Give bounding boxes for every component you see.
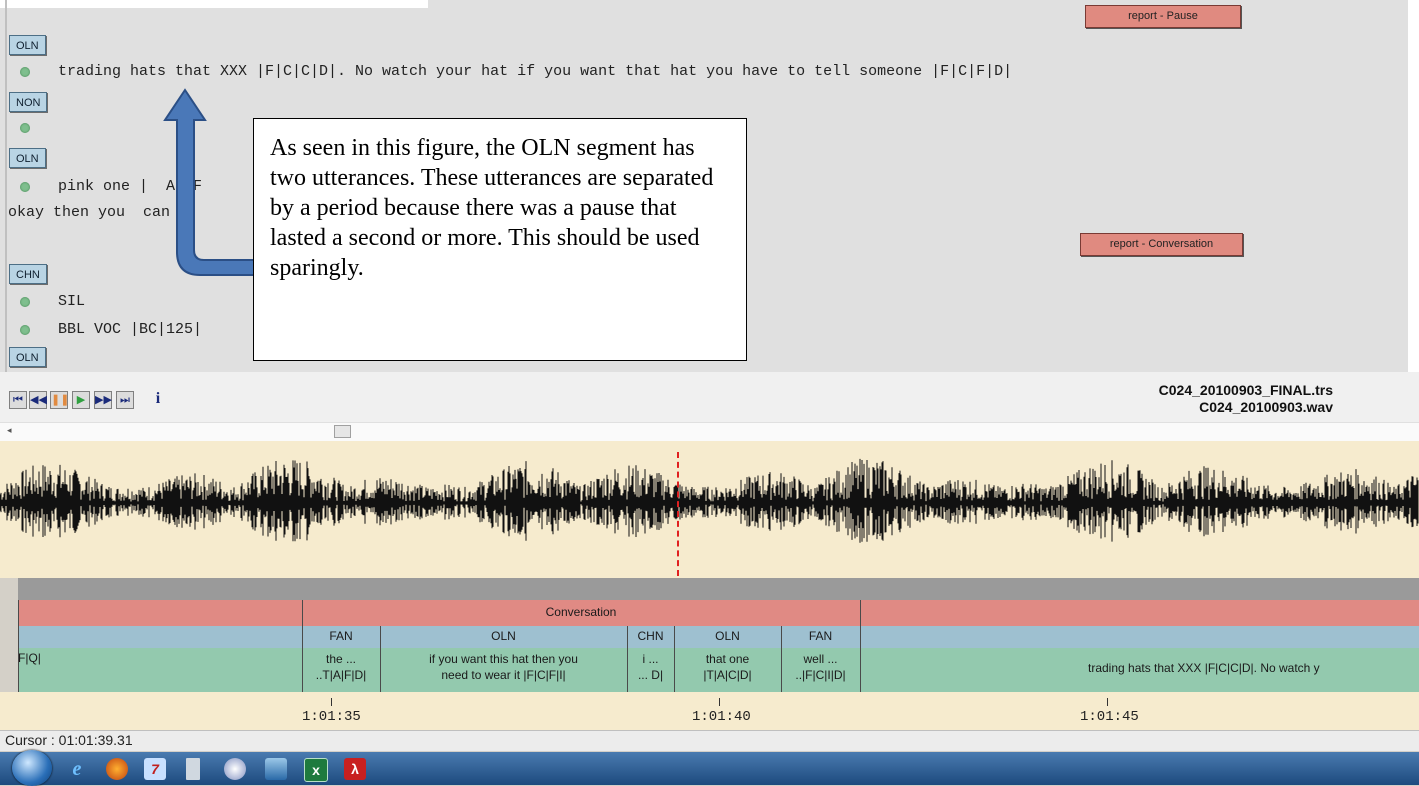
status-bar: [0, 730, 1419, 751]
timeline-scrollbar[interactable]: ◂: [0, 422, 1419, 442]
speaker-cell[interactable]: OLN: [674, 629, 781, 643]
calculator-icon[interactable]: [186, 758, 200, 780]
segment-dot-icon[interactable]: [20, 297, 30, 307]
cursor-position: Cursor : 01:01:39.31: [5, 732, 133, 748]
segment-text[interactable]: i ...: [627, 652, 674, 666]
tier-header: [18, 578, 1419, 600]
tier-label: Conversation: [545, 605, 617, 619]
report-pause-button[interactable]: report - Pause: [1085, 5, 1241, 28]
speaker-tag-oln[interactable]: OLN: [9, 35, 46, 55]
segment-divider[interactable]: [781, 626, 782, 692]
paint-icon[interactable]: [224, 758, 246, 780]
transcript-line[interactable]: SIL: [58, 293, 85, 310]
segment-text[interactable]: that one: [674, 652, 781, 666]
speaker-cell[interactable]: OLN: [380, 629, 627, 643]
firefox-icon[interactable]: [106, 758, 128, 780]
editor-top-strip: [0, 0, 428, 8]
playback-cursor[interactable]: [677, 452, 679, 576]
explorer-icon[interactable]: [265, 758, 287, 780]
transcript-line[interactable]: trading hats that XXX |F|C|C|D|. No watc…: [58, 63, 1012, 80]
last-icon[interactable]: ⏭: [116, 391, 134, 409]
time-label: 1:01:45: [1080, 709, 1139, 725]
time-tick: [1107, 698, 1108, 706]
segment-dot-icon[interactable]: [20, 325, 30, 335]
editor-scrollbar[interactable]: [1408, 0, 1419, 372]
transcriber-icon[interactable]: 7: [144, 758, 166, 780]
player-toolbar: ⏮ ◀◀ ❚❚ ▶ ▶▶ ⏭ i C024_20100903_FINAL.trs…: [0, 372, 1419, 422]
play-icon[interactable]: ▶: [72, 391, 90, 409]
segment-text[interactable]: F|Q|: [18, 651, 118, 665]
rewind-icon[interactable]: ◀◀: [29, 391, 47, 409]
scroll-left-icon[interactable]: ◂: [7, 425, 12, 436]
segment-text[interactable]: the ...: [302, 652, 380, 666]
segment-divider[interactable]: [627, 626, 628, 692]
scroll-thumb[interactable]: [334, 425, 351, 438]
excel-icon[interactable]: x: [304, 758, 328, 782]
segment-text[interactable]: trading hats that XXX |F|C|C|D|. No watc…: [1088, 661, 1419, 675]
segment-text[interactable]: ..|F|C|I|D|: [781, 668, 860, 682]
segment-text[interactable]: if you want this hat then you: [380, 652, 627, 666]
segment-text[interactable]: |T|A|C|D|: [674, 668, 781, 682]
speaker-tag-chn[interactable]: CHN: [9, 264, 47, 284]
conversation-tier[interactable]: Conversation: [18, 600, 1419, 626]
speaker-cell[interactable]: FAN: [781, 629, 860, 643]
speaker-tag-oln[interactable]: OLN: [9, 148, 46, 168]
time-tick: [331, 698, 332, 706]
speaker-tier[interactable]: FAN OLN CHN OLN FAN: [18, 626, 1419, 648]
waveform: [0, 458, 1419, 543]
transcript-line[interactable]: BBL VOC |BC|125|: [58, 321, 202, 338]
report-conversation-button[interactable]: report - Conversation: [1080, 233, 1243, 256]
speaker-cell[interactable]: FAN: [302, 629, 380, 643]
first-icon[interactable]: ⏮: [9, 391, 27, 409]
annotation-callout: As seen in this figure, the OLN segment …: [253, 118, 747, 361]
segment-text[interactable]: well ...: [781, 652, 860, 666]
segment-divider[interactable]: [380, 626, 381, 692]
audio-filename: C024_20100903.wav: [1199, 399, 1333, 415]
waveform-path: [0, 458, 1419, 543]
ie-icon[interactable]: e: [66, 758, 88, 780]
segment-divider[interactable]: [674, 626, 675, 692]
segment-divider[interactable]: [860, 600, 861, 692]
speaker-tag-non[interactable]: NON: [9, 92, 48, 112]
time-label: 1:01:40: [692, 709, 751, 725]
segment-divider[interactable]: [302, 600, 303, 692]
segment-divider: [18, 600, 19, 692]
transcript-filename: C024_20100903_FINAL.trs: [1158, 382, 1333, 398]
forward-icon[interactable]: ▶▶: [94, 391, 112, 409]
speaker-tag-oln[interactable]: OLN: [9, 347, 46, 367]
segment-dot-icon[interactable]: [20, 182, 30, 192]
segment-text[interactable]: need to wear it |F|C|F|I|: [380, 668, 627, 682]
time-label: 1:01:35: [302, 709, 361, 725]
speaker-cell[interactable]: CHN: [627, 629, 674, 643]
segment-dot-icon[interactable]: [20, 67, 30, 77]
segment-text[interactable]: ... D|: [627, 668, 674, 682]
pause-icon[interactable]: ❚❚: [50, 391, 69, 409]
start-orb-icon[interactable]: [12, 750, 52, 786]
segment-text[interactable]: ..T|A|F|D|: [302, 668, 380, 682]
windows-taskbar: [0, 752, 1419, 785]
acrobat-icon[interactable]: λ: [344, 758, 366, 780]
editor-left-border: [5, 0, 7, 372]
waveform-panel[interactable]: [0, 441, 1419, 578]
segment-dot-icon[interactable]: [20, 123, 30, 133]
info-icon[interactable]: i: [148, 391, 168, 409]
time-tick: [719, 698, 720, 706]
segment-tier[interactable]: F|Q| the ... ..T|A|F|D| if you want this…: [18, 648, 1419, 692]
